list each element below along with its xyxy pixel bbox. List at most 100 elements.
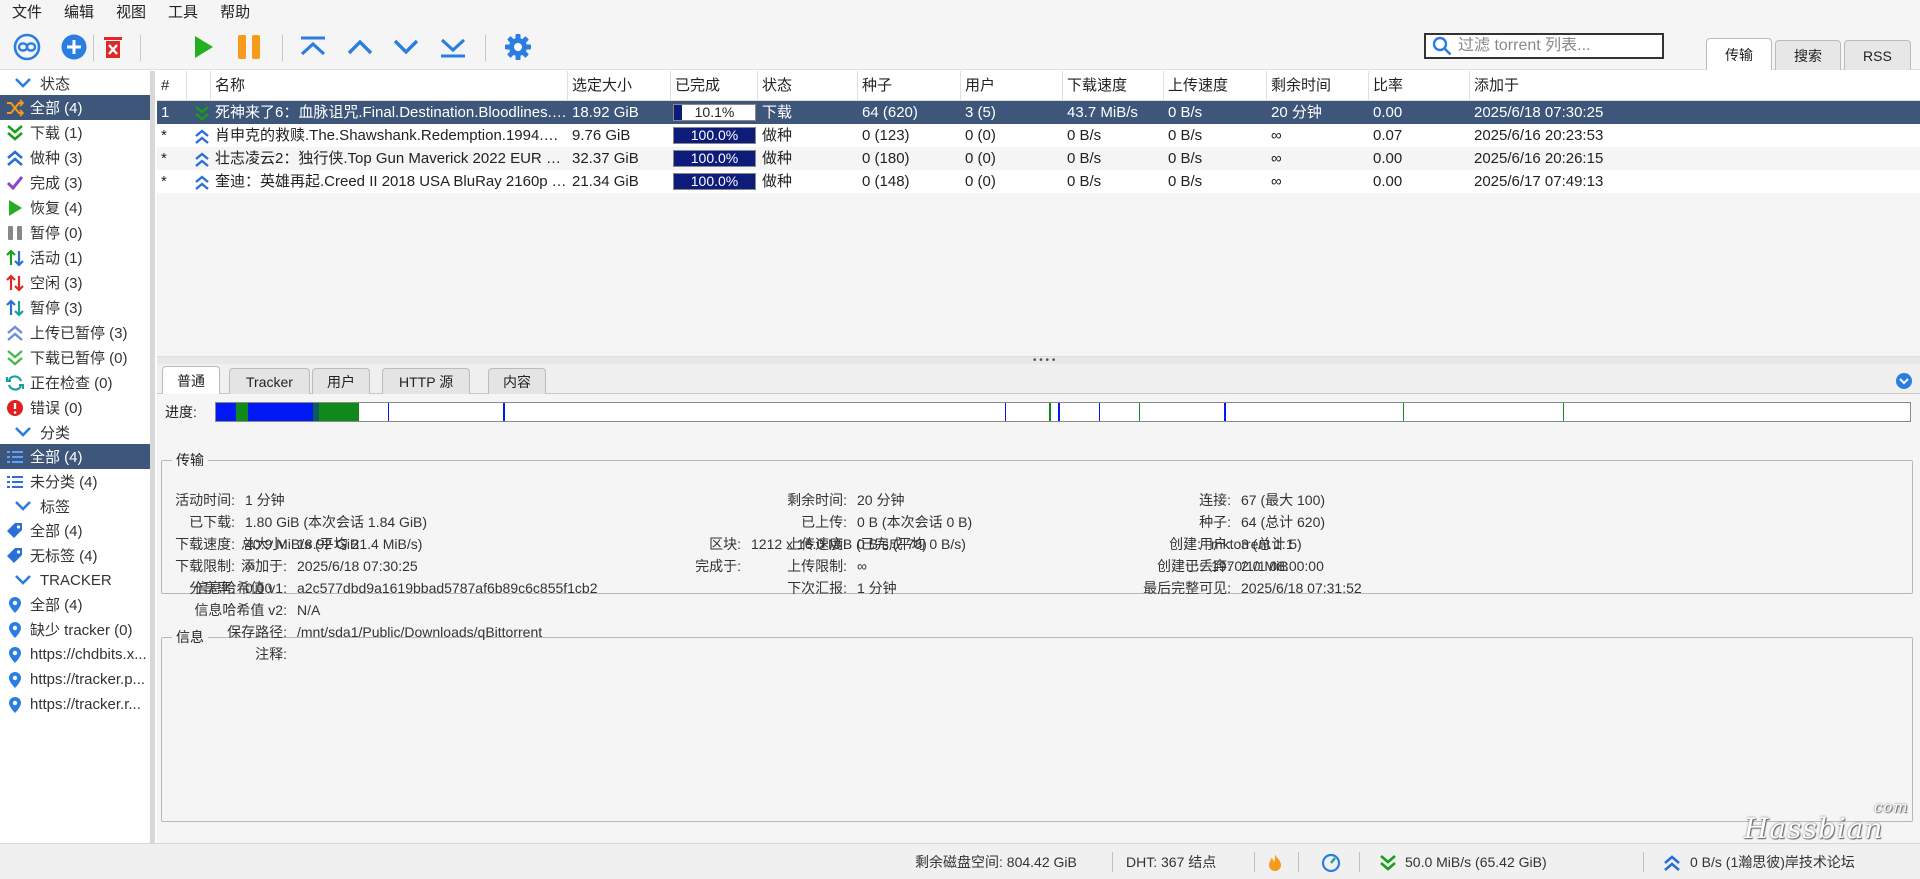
tab-tracker[interactable]: Tracker [229,368,310,394]
move-top-button[interactable] [296,30,330,64]
pause-button[interactable] [232,30,266,64]
col-icon[interactable] [187,71,211,101]
delete-button[interactable] [96,30,130,64]
col-progress[interactable]: 已完成 [671,71,758,101]
menu-view[interactable]: 视图 [104,0,156,25]
status-header[interactable]: 状态 [0,71,150,95]
tab-general[interactable]: 普通 [162,366,220,394]
table-row[interactable]: * 肖申克的救赎.The.Shawshank.Redemption.1994.Bl… [157,124,1920,147]
menu-tools[interactable]: 工具 [156,0,208,25]
field-label: 最后完整可见: [1143,580,1231,596]
field-value: a2c577dbd9a1619bbad5787af6b89c6c855f1cb2 [297,580,598,596]
fire-icon[interactable] [1266,853,1284,873]
add-link-button[interactable] [10,30,44,64]
col-name[interactable]: 名称 [211,71,568,101]
col-seeds[interactable]: 种子 [858,71,961,101]
arrows-stalled-icon [6,298,24,317]
status-download-paused[interactable]: 下载已暂停 (0) [0,345,150,370]
category-all[interactable]: 全部 (4) [0,444,150,469]
menu-help[interactable]: 帮助 [208,0,260,25]
torrent-rows: 1 死神来了6：血脉诅咒.Final.Destination.Bloodlines… [157,101,1920,193]
col-num[interactable]: # [157,71,187,101]
transfer-field: 上传限制: ∞ [737,557,867,575]
progress-text: 100.0% [690,127,739,143]
status-all[interactable]: 全部 (4) [0,95,150,120]
col-peers[interactable]: 用户 [961,71,1063,101]
col-eta[interactable]: 剩余时间 [1267,71,1369,101]
status-stalled[interactable]: 暂停 (3) [0,295,150,320]
move-up-button[interactable] [343,30,377,64]
tracker-missing[interactable]: 缺少 tracker (0) [0,617,150,642]
map-pin-icon [9,671,21,688]
cell-size: 21.34 GiB [572,173,639,190]
move-down-button[interactable] [389,30,423,64]
status-paused[interactable]: 暂停 (0) [0,220,150,245]
filter-input[interactable] [1458,37,1658,55]
table-row[interactable]: * 奎迪：英雄再起.Creed II 2018 USA BluRay 2160p … [157,170,1920,193]
field-label: 创建于: [1157,558,1203,574]
tab-content[interactable]: 内容 [488,368,546,394]
cell-eta: 20 分钟 [1271,104,1322,121]
tracker-header[interactable]: TRACKER [0,568,150,592]
status-completed[interactable]: 完成 (3) [0,170,150,195]
col-dl-speed[interactable]: 下载速度 [1063,71,1164,101]
col-size[interactable]: 选定大小 [568,71,671,101]
status-errored[interactable]: 错误 (0) [0,395,150,420]
tab-search[interactable]: 搜索 [1775,40,1841,70]
col-ratio[interactable]: 比率 [1369,71,1470,101]
status-inactive[interactable]: 空闲 (3) [0,270,150,295]
info-field: 总大小: 18.92 GiB [169,535,359,553]
status-active[interactable]: 活动 (1) [0,245,150,270]
status-downloading[interactable]: 下载 (1) [0,120,150,145]
status-resumed[interactable]: 恢复 (4) [0,195,150,220]
menu-file[interactable]: 文件 [0,0,52,25]
status-checking[interactable]: 正在检查 (0) [0,370,150,395]
tab-rss[interactable]: RSS [1844,40,1911,70]
play-icon [195,36,213,58]
field-value: 0 B (本次会话 0 B) [857,514,973,530]
transfer-field: 种子: 64 (总计 620) [1133,513,1325,531]
col-ul-speed[interactable]: 上传速度 [1164,71,1267,101]
chevron-down-icon [15,501,31,511]
link-icon [13,33,41,61]
tag-all[interactable]: 全部 (4) [0,518,150,543]
tab-http-sources[interactable]: HTTP 源 [382,368,471,394]
category-uncategorized[interactable]: 未分类 (4) [0,469,150,494]
speed-limit-icon[interactable] [1321,853,1341,873]
col-added[interactable]: 添加于 [1470,71,1920,101]
tracker-r[interactable]: https://tracker.r... [0,692,150,717]
refresh-icon [6,374,24,391]
menu-edit[interactable]: 编辑 [52,0,104,25]
collapse-icon[interactable] [1895,372,1913,390]
tracker-chdbits[interactable]: https://chdbits.x... [0,642,150,667]
status-seeding[interactable]: 做种 (3) [0,145,150,170]
chevron-down-icon [15,78,31,88]
transfer-field: 连接: 67 (最大 100) [1133,491,1325,509]
tag-header[interactable]: 标签 [0,494,150,518]
table-row[interactable]: 1 死神来了6：血脉诅咒.Final.Destination.Bloodlines… [157,101,1920,124]
info-field: 完成于: [627,557,751,575]
category-header[interactable]: 分类 [0,420,150,444]
tracker-p[interactable]: https://tracker.p... [0,667,150,692]
table-row[interactable]: * 壮志凌云2：独行侠.Top Gun Maverick 2022 EUR Blu… [157,147,1920,170]
tab-peers[interactable]: 用户 [312,368,370,394]
sidebar-splitter[interactable] [150,71,155,843]
field-value: 1 分钟 [857,580,897,596]
add-torrent-button[interactable] [57,30,91,64]
field-value: N/A [297,602,321,618]
move-bottom-button[interactable] [436,30,470,64]
info-field: 保存路径: /mnt/sda1/Public/Downloads/qBittorr… [169,623,542,641]
torrent-filter[interactable] [1424,33,1664,59]
tag-untagged[interactable]: 无标签 (4) [0,543,150,568]
tab-transfers[interactable]: 传输 [1706,38,1772,70]
col-status[interactable]: 状态 [758,71,858,101]
tracker-all[interactable]: 全部 (4) [0,592,150,617]
field-value: 1970/1/1 08:00:00 [1211,558,1324,574]
progress-bar: 100.0% [673,150,756,167]
cell-size: 18.92 GiB [572,104,639,121]
status-upload-paused[interactable]: 上传已暂停 (3) [0,320,150,345]
resume-button[interactable] [186,30,220,64]
map-pin-icon [9,646,21,663]
detail-splitter[interactable]: • • • • [157,356,1920,366]
options-button[interactable] [501,30,535,64]
